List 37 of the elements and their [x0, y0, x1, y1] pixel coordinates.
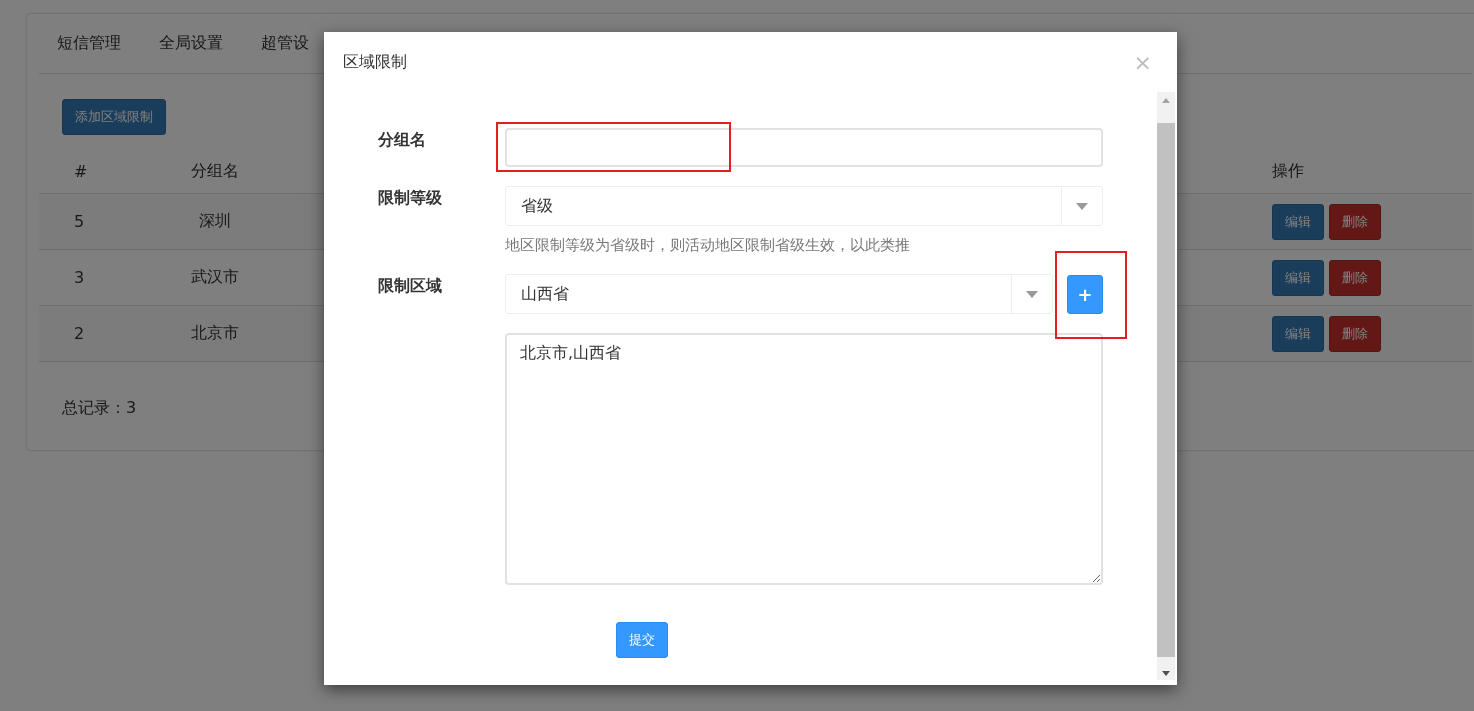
tab[interactable]: 全局设置: [159, 33, 223, 54]
field-label: 限制等级: [378, 187, 443, 209]
dropdown-arrow-icon: [1026, 290, 1038, 298]
dropdown-arrow-icon: [1076, 202, 1088, 210]
close-button[interactable]: ×: [1127, 49, 1158, 75]
delete-button[interactable]: 删除: [1329, 315, 1381, 352]
table-cell-text: 3: [73, 268, 86, 287]
submit-button[interactable]: 提交: [616, 622, 668, 658]
add-button[interactable]: +: [1067, 274, 1103, 314]
scrollbar[interactable]: [1157, 92, 1175, 680]
edit-button[interactable]: 编辑: [1272, 259, 1324, 296]
field-label: 限制区域: [378, 275, 443, 297]
column-header: 操作: [1272, 160, 1305, 182]
table-cell-text: 深圳: [198, 211, 232, 232]
column-header: #: [73, 161, 89, 181]
group-name-field[interactable]: [505, 128, 1103, 167]
region-textarea[interactable]: 北京市,山西省: [505, 333, 1103, 585]
scroll-down-icon[interactable]: [1162, 671, 1170, 676]
help-text: 地区限制等级为省级时，则活动地区限制省级生效，以此类推: [505, 236, 911, 255]
add-region-button[interactable]: 添加区域限制: [62, 99, 166, 135]
table-cell-text: 5: [73, 212, 86, 231]
column-header: 分组名: [190, 160, 240, 182]
table-cell-text: 2: [73, 324, 86, 343]
delete-button[interactable]: 删除: [1329, 203, 1381, 240]
field-label: 分组名: [378, 129, 427, 151]
select-field[interactable]: 省级: [505, 186, 1103, 226]
tab[interactable]: 超管设: [261, 33, 309, 54]
scroll-up-icon[interactable]: [1162, 98, 1170, 103]
edit-button[interactable]: 编辑: [1272, 203, 1324, 240]
edit-button[interactable]: 编辑: [1272, 315, 1324, 352]
tab[interactable]: 短信管理: [57, 33, 121, 54]
select-field[interactable]: 山西省: [505, 274, 1053, 314]
delete-button[interactable]: 删除: [1329, 259, 1381, 296]
table-cell-text: 北京市: [190, 323, 240, 344]
table-cell-text: 武汉市: [190, 267, 240, 288]
total-records: 总记录：3: [62, 398, 138, 419]
dialog-title: 区域限制: [343, 51, 407, 73]
